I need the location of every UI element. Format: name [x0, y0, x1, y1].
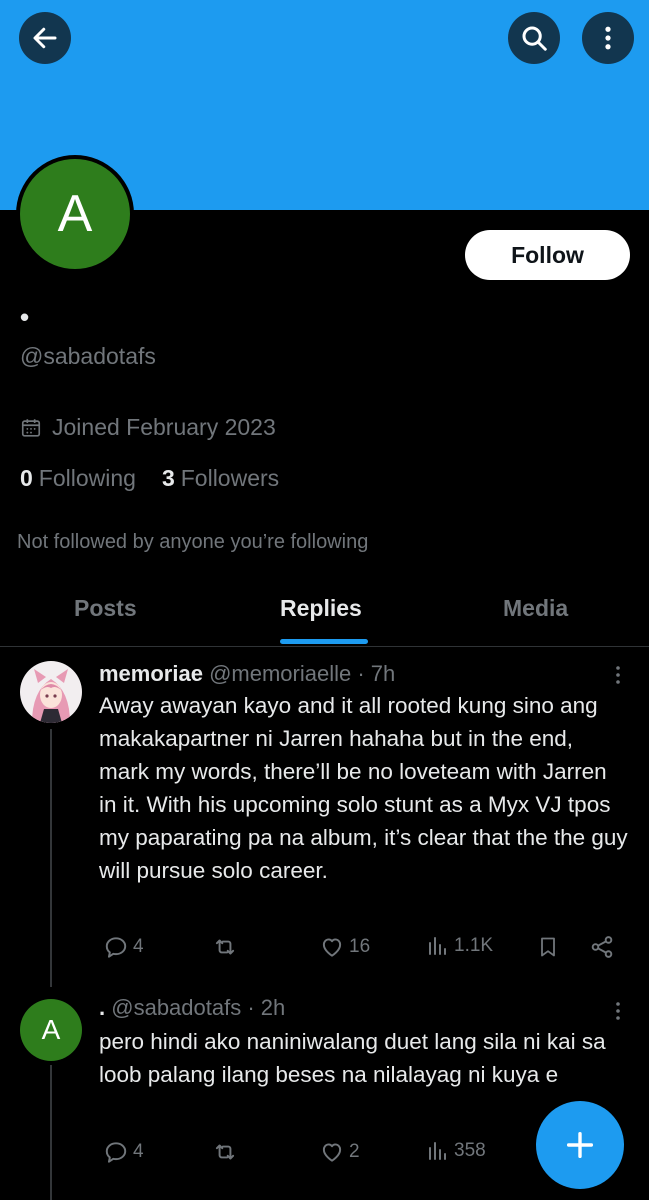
heart-icon: [322, 938, 342, 957]
author-handle[interactable]: @memoriaelle: [209, 661, 351, 686]
joined-date: Joined February 2023: [20, 414, 276, 441]
heart-icon: [322, 1143, 342, 1162]
profile-display-name: •: [20, 302, 30, 332]
active-tab-indicator: [280, 639, 368, 644]
post-text: pero hindi ako naniniwalang duet lang si…: [99, 1029, 606, 1087]
following-link[interactable]: 0 Following: [20, 465, 136, 492]
calendar-icon: [21, 418, 41, 437]
author-name[interactable]: memoriae: [99, 661, 203, 686]
views-chart-icon: [429, 1142, 446, 1160]
followers-label: Followers: [180, 465, 280, 491]
profile-handle: @sabadotafs: [20, 343, 156, 369]
author-handle[interactable]: @sabadotafs: [111, 995, 241, 1020]
following-count: 0: [20, 465, 33, 491]
like-button[interactable]: 2: [319, 1139, 360, 1165]
thread-line: [50, 729, 52, 987]
search-icon: [522, 26, 547, 51]
follow-button[interactable]: Follow: [465, 230, 630, 280]
followers-count: 3: [161, 465, 175, 491]
reply-count: 4: [133, 1141, 144, 1162]
author-name[interactable]: .: [99, 995, 105, 1020]
post-actions: 4 16 1.1K: [99, 934, 629, 964]
reply-icon: [105, 937, 127, 958]
not-followed-notice: Not followed by anyone you’re following: [17, 531, 369, 553]
bookmark-button[interactable]: [536, 934, 560, 960]
like-count: 2: [349, 1141, 360, 1162]
repost-icon: [215, 939, 235, 955]
post-header: . @sabadotafs · 2h: [99, 995, 285, 1021]
back-button[interactable]: [19, 12, 71, 64]
followers-link[interactable]: 3 Followers: [162, 465, 279, 492]
reply-icon: [105, 1142, 127, 1163]
repost-icon: [215, 1144, 235, 1160]
reply-button[interactable]: 4: [103, 1139, 144, 1165]
views-button[interactable]: 1.1K: [426, 934, 493, 958]
profile-avatar[interactable]: A: [16, 155, 134, 273]
repost-button[interactable]: [211, 1139, 243, 1165]
tab-media[interactable]: Media: [503, 595, 568, 622]
thread-line: [50, 1065, 52, 1200]
views-button[interactable]: 358: [426, 1139, 486, 1163]
tab-posts[interactable]: Posts: [74, 595, 137, 622]
share-icon: [591, 936, 613, 958]
post-time: · 2h: [247, 995, 286, 1020]
reply-context-post[interactable]: memoriae @memoriaelle · 7h Away awayan k…: [0, 647, 649, 987]
more-options-button[interactable]: [582, 12, 634, 64]
view-count: 1.1K: [454, 935, 494, 956]
post-header: memoriae @memoriaelle · 7h: [99, 661, 395, 687]
profile-tabs: Posts Replies Media: [0, 580, 649, 647]
views-chart-icon: [429, 937, 446, 955]
follow-stats: 0 Following 3 Followers: [20, 465, 279, 492]
like-count: 16: [349, 936, 371, 957]
compose-button[interactable]: [536, 1101, 624, 1189]
post-more-icon[interactable]: [606, 999, 630, 1023]
avatar[interactable]: [20, 661, 82, 723]
plus-icon: [566, 1131, 594, 1159]
anime-avatar-image: [20, 661, 82, 723]
following-label: Following: [38, 465, 136, 491]
post-time: · 7h: [357, 661, 396, 686]
arrow-left-icon: [33, 27, 57, 49]
view-count: 358: [454, 1140, 486, 1161]
reply-button[interactable]: 4: [103, 934, 144, 960]
profile-avatar-letter: A: [20, 159, 130, 269]
post-more-icon[interactable]: [606, 663, 630, 687]
more-vertical-icon: [605, 26, 611, 50]
share-button[interactable]: [589, 934, 615, 960]
tab-replies[interactable]: Replies: [280, 595, 362, 622]
like-button[interactable]: 16: [319, 934, 370, 960]
joined-text: Joined February 2023: [52, 414, 276, 440]
repost-button[interactable]: [211, 934, 243, 960]
post-text: Away awayan kayo and it all rooted kung …: [99, 693, 628, 883]
avatar[interactable]: A: [20, 999, 82, 1061]
reply-count: 4: [133, 936, 144, 957]
search-button[interactable]: [508, 12, 560, 64]
bookmark-icon: [541, 937, 555, 957]
